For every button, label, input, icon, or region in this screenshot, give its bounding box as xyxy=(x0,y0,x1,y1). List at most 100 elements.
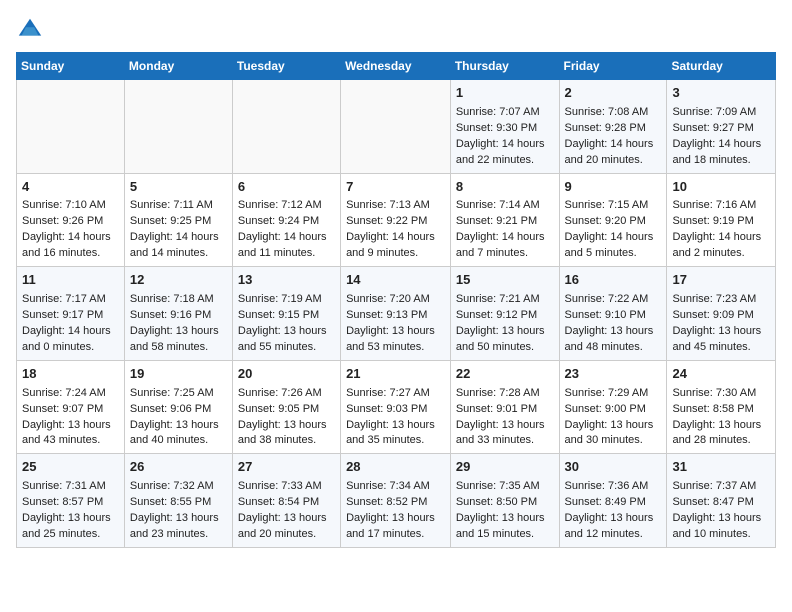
day-number: 27 xyxy=(238,458,335,477)
sunset-text: Sunset: 9:20 PM xyxy=(565,214,662,230)
calendar-cell: 31Sunrise: 7:37 AMSunset: 8:47 PMDayligh… xyxy=(667,454,776,548)
daylight-text: Daylight: 13 hours and 33 minutes. xyxy=(456,418,554,450)
day-number: 7 xyxy=(346,178,445,197)
daylight-text: Daylight: 13 hours and 35 minutes. xyxy=(346,418,445,450)
day-number: 5 xyxy=(130,178,227,197)
day-number: 18 xyxy=(22,365,119,384)
sunrise-text: Sunrise: 7:33 AM xyxy=(238,479,335,495)
sunrise-text: Sunrise: 7:26 AM xyxy=(238,386,335,402)
calendar-cell: 24Sunrise: 7:30 AMSunset: 8:58 PMDayligh… xyxy=(667,360,776,454)
sunset-text: Sunset: 9:13 PM xyxy=(346,308,445,324)
calendar-cell: 21Sunrise: 7:27 AMSunset: 9:03 PMDayligh… xyxy=(341,360,451,454)
daylight-text: Daylight: 13 hours and 10 minutes. xyxy=(672,511,770,543)
sunrise-text: Sunrise: 7:31 AM xyxy=(22,479,119,495)
sunrise-text: Sunrise: 7:27 AM xyxy=(346,386,445,402)
day-number: 14 xyxy=(346,271,445,290)
calendar-cell: 3Sunrise: 7:09 AMSunset: 9:27 PMDaylight… xyxy=(667,80,776,174)
weekday-header: Saturday xyxy=(667,53,776,80)
sunrise-text: Sunrise: 7:14 AM xyxy=(456,198,554,214)
weekday-header: Tuesday xyxy=(232,53,340,80)
day-number: 28 xyxy=(346,458,445,477)
calendar-cell: 17Sunrise: 7:23 AMSunset: 9:09 PMDayligh… xyxy=(667,267,776,361)
logo-icon xyxy=(16,16,44,44)
day-number: 11 xyxy=(22,271,119,290)
daylight-text: Daylight: 13 hours and 20 minutes. xyxy=(238,511,335,543)
daylight-text: Daylight: 14 hours and 2 minutes. xyxy=(672,230,770,262)
calendar: SundayMondayTuesdayWednesdayThursdayFrid… xyxy=(16,52,776,548)
sunrise-text: Sunrise: 7:28 AM xyxy=(456,386,554,402)
sunrise-text: Sunrise: 7:21 AM xyxy=(456,292,554,308)
daylight-text: Daylight: 13 hours and 53 minutes. xyxy=(346,324,445,356)
sunrise-text: Sunrise: 7:08 AM xyxy=(565,105,662,121)
calendar-cell xyxy=(341,80,451,174)
sunrise-text: Sunrise: 7:25 AM xyxy=(130,386,227,402)
daylight-text: Daylight: 13 hours and 23 minutes. xyxy=(130,511,227,543)
sunrise-text: Sunrise: 7:24 AM xyxy=(22,386,119,402)
sunset-text: Sunset: 9:24 PM xyxy=(238,214,335,230)
sunset-text: Sunset: 9:21 PM xyxy=(456,214,554,230)
sunset-text: Sunset: 9:30 PM xyxy=(456,121,554,137)
daylight-text: Daylight: 14 hours and 22 minutes. xyxy=(456,137,554,169)
weekday-row: SundayMondayTuesdayWednesdayThursdayFrid… xyxy=(17,53,776,80)
sunset-text: Sunset: 9:12 PM xyxy=(456,308,554,324)
calendar-cell: 29Sunrise: 7:35 AMSunset: 8:50 PMDayligh… xyxy=(450,454,559,548)
calendar-week-row: 11Sunrise: 7:17 AMSunset: 9:17 PMDayligh… xyxy=(17,267,776,361)
sunrise-text: Sunrise: 7:18 AM xyxy=(130,292,227,308)
sunset-text: Sunset: 9:25 PM xyxy=(130,214,227,230)
calendar-cell: 4Sunrise: 7:10 AMSunset: 9:26 PMDaylight… xyxy=(17,173,125,267)
sunrise-text: Sunrise: 7:09 AM xyxy=(672,105,770,121)
sunset-text: Sunset: 9:00 PM xyxy=(565,402,662,418)
daylight-text: Daylight: 13 hours and 12 minutes. xyxy=(565,511,662,543)
sunset-text: Sunset: 8:47 PM xyxy=(672,495,770,511)
calendar-cell: 14Sunrise: 7:20 AMSunset: 9:13 PMDayligh… xyxy=(341,267,451,361)
day-number: 6 xyxy=(238,178,335,197)
sunrise-text: Sunrise: 7:13 AM xyxy=(346,198,445,214)
calendar-cell: 13Sunrise: 7:19 AMSunset: 9:15 PMDayligh… xyxy=(232,267,340,361)
sunset-text: Sunset: 9:19 PM xyxy=(672,214,770,230)
day-number: 21 xyxy=(346,365,445,384)
calendar-cell: 18Sunrise: 7:24 AMSunset: 9:07 PMDayligh… xyxy=(17,360,125,454)
calendar-week-row: 4Sunrise: 7:10 AMSunset: 9:26 PMDaylight… xyxy=(17,173,776,267)
daylight-text: Daylight: 13 hours and 15 minutes. xyxy=(456,511,554,543)
daylight-text: Daylight: 13 hours and 58 minutes. xyxy=(130,324,227,356)
sunrise-text: Sunrise: 7:23 AM xyxy=(672,292,770,308)
daylight-text: Daylight: 13 hours and 25 minutes. xyxy=(22,511,119,543)
day-number: 4 xyxy=(22,178,119,197)
sunrise-text: Sunrise: 7:32 AM xyxy=(130,479,227,495)
calendar-header: SundayMondayTuesdayWednesdayThursdayFrid… xyxy=(17,53,776,80)
calendar-cell: 7Sunrise: 7:13 AMSunset: 9:22 PMDaylight… xyxy=(341,173,451,267)
day-number: 9 xyxy=(565,178,662,197)
sunrise-text: Sunrise: 7:10 AM xyxy=(22,198,119,214)
day-number: 26 xyxy=(130,458,227,477)
calendar-cell xyxy=(124,80,232,174)
sunset-text: Sunset: 9:05 PM xyxy=(238,402,335,418)
sunrise-text: Sunrise: 7:34 AM xyxy=(346,479,445,495)
sunset-text: Sunset: 9:01 PM xyxy=(456,402,554,418)
day-number: 31 xyxy=(672,458,770,477)
calendar-cell: 10Sunrise: 7:16 AMSunset: 9:19 PMDayligh… xyxy=(667,173,776,267)
sunset-text: Sunset: 9:10 PM xyxy=(565,308,662,324)
day-number: 25 xyxy=(22,458,119,477)
daylight-text: Daylight: 13 hours and 48 minutes. xyxy=(565,324,662,356)
sunset-text: Sunset: 9:06 PM xyxy=(130,402,227,418)
calendar-cell: 12Sunrise: 7:18 AMSunset: 9:16 PMDayligh… xyxy=(124,267,232,361)
calendar-cell xyxy=(232,80,340,174)
daylight-text: Daylight: 14 hours and 5 minutes. xyxy=(565,230,662,262)
weekday-header: Monday xyxy=(124,53,232,80)
day-number: 1 xyxy=(456,84,554,103)
sunrise-text: Sunrise: 7:15 AM xyxy=(565,198,662,214)
calendar-cell: 27Sunrise: 7:33 AMSunset: 8:54 PMDayligh… xyxy=(232,454,340,548)
sunset-text: Sunset: 8:57 PM xyxy=(22,495,119,511)
calendar-cell: 23Sunrise: 7:29 AMSunset: 9:00 PMDayligh… xyxy=(559,360,667,454)
sunrise-text: Sunrise: 7:16 AM xyxy=(672,198,770,214)
daylight-text: Daylight: 13 hours and 55 minutes. xyxy=(238,324,335,356)
daylight-text: Daylight: 14 hours and 20 minutes. xyxy=(565,137,662,169)
daylight-text: Daylight: 14 hours and 0 minutes. xyxy=(22,324,119,356)
daylight-text: Daylight: 13 hours and 45 minutes. xyxy=(672,324,770,356)
daylight-text: Daylight: 14 hours and 16 minutes. xyxy=(22,230,119,262)
calendar-cell: 28Sunrise: 7:34 AMSunset: 8:52 PMDayligh… xyxy=(341,454,451,548)
day-number: 16 xyxy=(565,271,662,290)
calendar-cell: 15Sunrise: 7:21 AMSunset: 9:12 PMDayligh… xyxy=(450,267,559,361)
sunrise-text: Sunrise: 7:12 AM xyxy=(238,198,335,214)
calendar-cell: 6Sunrise: 7:12 AMSunset: 9:24 PMDaylight… xyxy=(232,173,340,267)
